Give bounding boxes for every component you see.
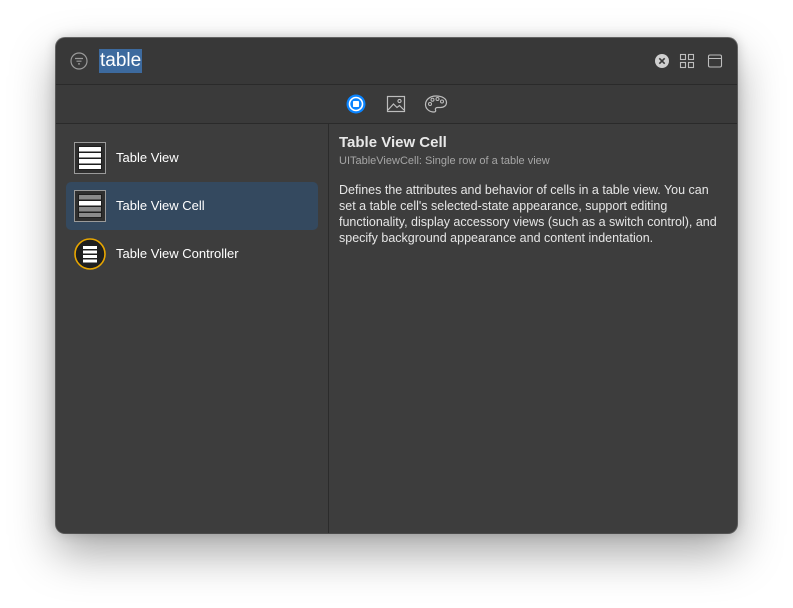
detail-description: Defines the attributes and behavior of c… [339,183,717,245]
image-icon[interactable] [386,94,406,114]
grid-view-icon[interactable] [679,53,695,69]
detail-panel: Table View Cell UITableViewCell: Single … [339,134,729,246]
list-item-label: Table View Cell [116,198,205,213]
clear-search-icon[interactable] [654,53,670,69]
detail-subtitle: UITableViewCell: Single row of a table v… [339,155,550,167]
table-view-icon [74,142,106,174]
table-view-controller-icon [74,238,106,270]
list-item-label: Table View [116,150,179,165]
results-list: Table View Table View Cell Table View Co… [56,124,328,533]
search-bar: table [56,38,737,84]
list-item-table-view-controller[interactable]: Table View Controller [66,230,318,278]
split-divider[interactable] [328,124,329,533]
library-tab-bar [56,85,737,123]
list-item-table-view-cell[interactable]: Table View Cell [66,182,318,230]
filter-icon[interactable] [70,52,88,70]
library-window: table Table View Table View Cell Table V… [56,38,737,533]
detail-title: Table View Cell [339,134,447,151]
detail-panel-icon[interactable] [707,53,723,69]
palette-icon[interactable] [424,94,448,114]
table-view-cell-icon [74,190,106,222]
list-item-label: Table View Controller [116,246,239,261]
list-item-table-view[interactable]: Table View [66,134,318,182]
objects-icon[interactable] [346,94,366,114]
search-input[interactable]: table [99,49,143,73]
